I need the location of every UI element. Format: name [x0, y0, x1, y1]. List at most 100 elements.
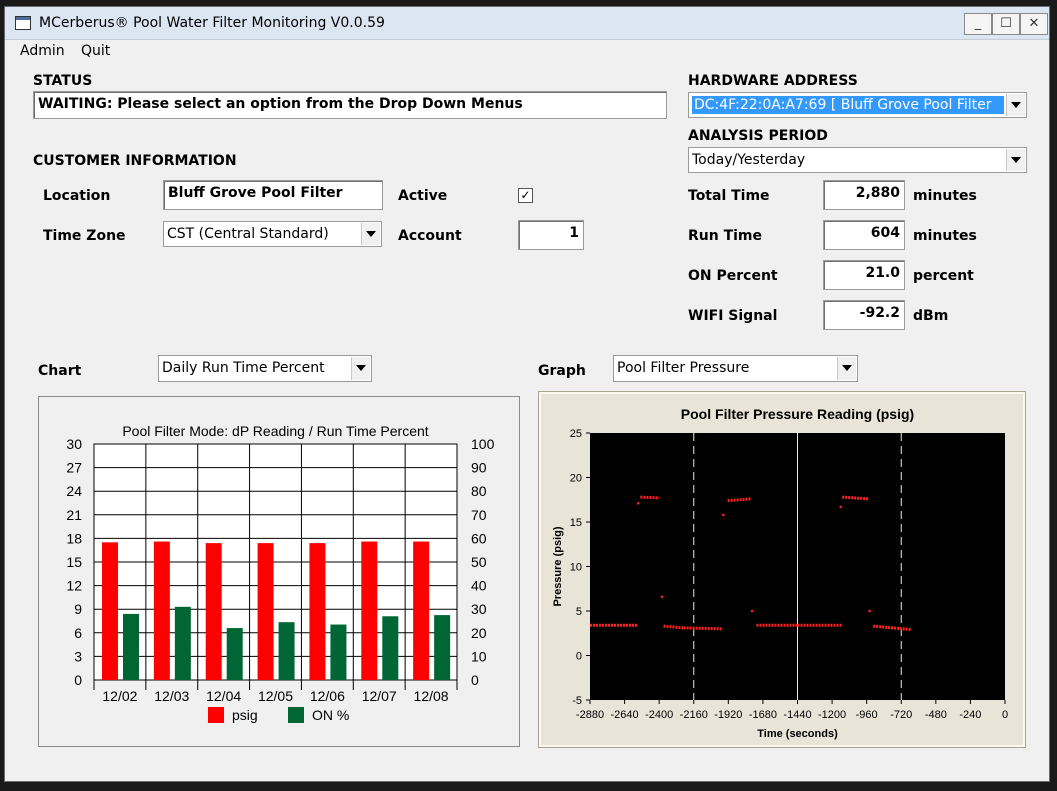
bar-on-percent	[123, 613, 139, 680]
window-title: MCerberus® Pool Water Filter Monitoring …	[39, 15, 385, 31]
hardware-address-select[interactable]: DC:4F:22:0A:A7:69 [ Bluff Grove Pool Fil…	[688, 92, 1027, 118]
y2-tick-label: 50	[471, 554, 487, 570]
graph-y-tick-label: 25	[570, 428, 582, 440]
minimize-button[interactable]: _	[964, 13, 992, 35]
y2-tick-label: 80	[471, 483, 487, 499]
x-tick-label: 12/02	[102, 688, 137, 704]
active-checkbox[interactable]: ✓	[518, 188, 533, 203]
graph-x-tick-label: -960	[856, 709, 878, 721]
bar-on-percent	[278, 622, 295, 680]
analysis-period-select[interactable]: Today/Yesterday	[688, 147, 1027, 173]
graph-x-axis-label: Time (seconds)	[757, 728, 838, 740]
total-time-value: 2,880	[823, 180, 905, 210]
y2-tick-label: 40	[471, 578, 487, 594]
chevron-down-icon[interactable]	[351, 357, 370, 380]
y-tick-label: 15	[66, 554, 82, 570]
pressure-graph: Pool Filter Pressure Reading (psig) -5 0 5 1…	[539, 392, 1025, 747]
y-tick-label: 12	[66, 578, 82, 594]
y2-tick-label: 10	[471, 648, 487, 664]
graph-x-tick-label: -1200	[818, 709, 846, 721]
customer-info-heading: CUSTOMER INFORMATION	[33, 153, 237, 169]
x-tick-label: 12/05	[258, 688, 293, 704]
bar-psig	[309, 543, 326, 680]
analysis-period-heading: ANALYSIS PERIOD	[688, 128, 828, 144]
wifi-signal-value: -92.2	[823, 300, 905, 330]
legend-label-psig: psig	[232, 707, 258, 723]
total-time-label: Total Time	[688, 188, 770, 204]
graph-title: Pool Filter Pressure Reading (psig)	[681, 406, 914, 422]
graph-x-tick-label: -720	[890, 709, 912, 721]
chevron-down-icon[interactable]	[1006, 94, 1025, 116]
y2-tick-label: 20	[471, 625, 487, 641]
hardware-address-value: DC:4F:22:0A:A7:69 [ Bluff Grove Pool Fil…	[692, 96, 1004, 114]
menu-admin[interactable]: Admin	[20, 43, 65, 59]
menu-bar: Admin Quit	[5, 40, 1049, 62]
bar-on-percent	[434, 615, 451, 680]
y-tick-label: 30	[66, 436, 82, 452]
chevron-down-icon[interactable]	[361, 223, 380, 245]
graph-y-tick-label: 20	[570, 473, 582, 485]
pressure-data-point	[721, 513, 725, 517]
y-tick-label: 24	[66, 483, 82, 499]
time-zone-select[interactable]: CST (Central Standard)	[163, 221, 382, 247]
wifi-signal-unit: dBm	[913, 308, 949, 324]
on-percent-label: ON Percent	[688, 268, 778, 284]
graph-y-tick-label: 0	[576, 651, 582, 663]
bar-on-percent	[226, 628, 243, 680]
y-tick-label: 18	[66, 530, 82, 546]
close-button[interactable]: ✕	[1020, 13, 1048, 35]
chevron-down-icon[interactable]	[1006, 149, 1025, 171]
y-tick-label: 9	[74, 601, 82, 617]
maximize-button[interactable]: ☐	[992, 13, 1020, 35]
y2-tick-label: 70	[471, 507, 487, 523]
graph-x-tick-label: -2400	[645, 709, 673, 721]
graph-x-tick-label: -1440	[783, 709, 811, 721]
graph-x-tick-label: -1680	[749, 709, 777, 721]
bar-on-percent	[382, 616, 399, 680]
graph-y-axis-label: Pressure (psig)	[552, 526, 564, 606]
chevron-down-icon[interactable]	[837, 357, 856, 380]
bar-on-percent	[174, 606, 191, 680]
x-tick-label: 12/03	[154, 688, 189, 704]
account-field[interactable]: 1	[518, 220, 584, 250]
bar-psig	[102, 542, 118, 680]
status-heading: STATUS	[33, 73, 93, 89]
x-tick-label: 12/04	[206, 688, 241, 704]
location-field[interactable]: Bluff Grove Pool Filter	[163, 180, 383, 210]
analysis-period-value: Today/Yesterday	[692, 152, 806, 168]
account-label: Account	[398, 228, 462, 244]
menu-quit[interactable]: Quit	[81, 43, 110, 59]
graph-y-tick-label: -5	[572, 695, 582, 707]
legend-swatch-psig	[208, 707, 224, 723]
pressure-graph-panel: Pool Filter Pressure Reading (psig) -5 0 5 1…	[538, 391, 1026, 748]
y-tick-label: 27	[66, 460, 82, 476]
run-time-unit: minutes	[913, 228, 977, 244]
y-tick-label: 3	[74, 648, 82, 664]
graph-type-select[interactable]: Pool Filter Pressure	[613, 355, 858, 382]
chart-label: Chart	[38, 363, 82, 379]
bar-on-percent	[330, 624, 347, 680]
legend-swatch-on	[288, 707, 304, 723]
y-tick-label: 21	[66, 507, 82, 523]
on-percent-unit: percent	[913, 268, 974, 284]
bar-psig	[257, 543, 274, 680]
run-time-label: Run Time	[688, 228, 763, 244]
bar-psig	[153, 541, 170, 680]
app-window: MCerberus® Pool Water Filter Monitoring …	[4, 6, 1050, 782]
time-zone-value: CST (Central Standard)	[167, 226, 329, 242]
bar-psig	[205, 543, 222, 680]
wifi-signal-label: WIFI Signal	[688, 308, 778, 324]
bar-psig	[413, 541, 430, 680]
y2-tick-label: 30	[471, 601, 487, 617]
on-percent-value: 21.0	[823, 260, 905, 290]
graph-y-tick-label: 5	[576, 606, 582, 618]
graph-x-tick-label: -480	[925, 709, 947, 721]
y2-tick-label: 0	[471, 672, 479, 688]
pressure-data-run	[842, 495, 869, 501]
status-field: WAITING: Please select an option from th…	[33, 91, 667, 119]
x-tick-label: 12/07	[362, 688, 397, 704]
time-zone-label: Time Zone	[43, 228, 126, 244]
hardware-address-heading: HARDWARE ADDRESS	[688, 73, 858, 89]
chart-type-select[interactable]: Daily Run Time Percent	[158, 355, 372, 382]
y2-tick-label: 100	[471, 436, 495, 452]
